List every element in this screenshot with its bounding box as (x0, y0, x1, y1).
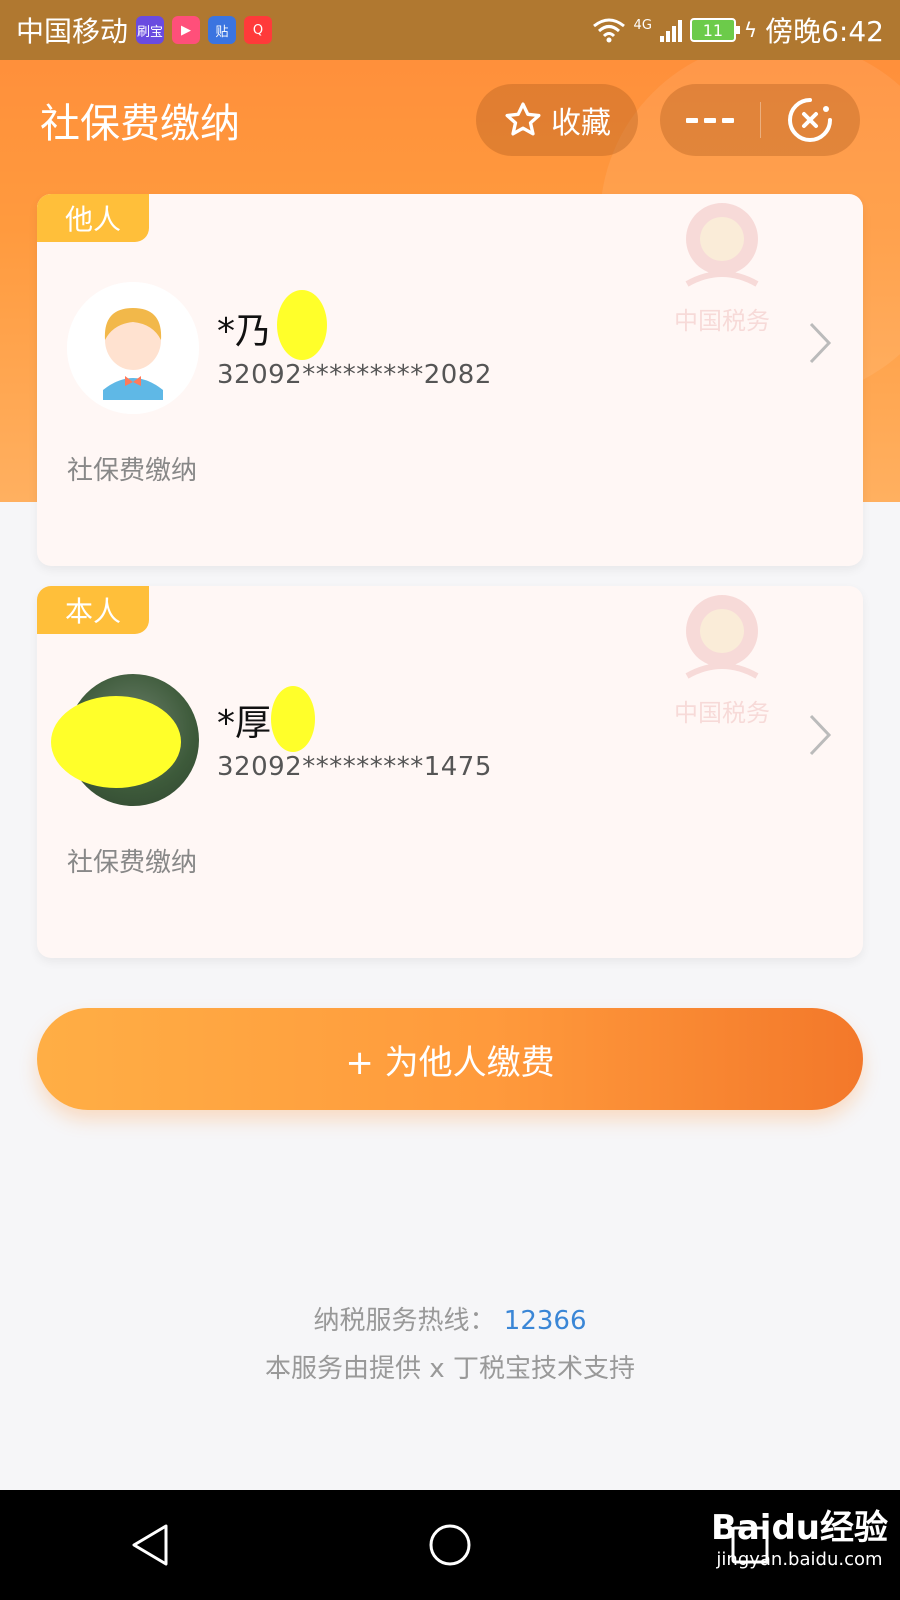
clock: 傍晚6:42 (765, 15, 884, 48)
favorite-label: 收藏 (551, 106, 611, 141)
card-service-label: 社保费缴纳 (67, 848, 198, 878)
privacy-mask (51, 696, 181, 788)
title-bar: 社保费缴纳 收藏 (0, 60, 900, 180)
chevron-right-icon (809, 714, 832, 756)
back-button[interactable] (120, 1515, 180, 1575)
hotline-label: 纳税服务热线： (313, 1306, 496, 1336)
favorite-button[interactable]: 收藏 (476, 84, 638, 156)
back-triangle-icon (132, 1524, 168, 1566)
star-icon (505, 102, 541, 136)
signal-icon (659, 18, 682, 42)
person-id: 32092*********1475 (217, 752, 492, 782)
person-id: 32092*********2082 (217, 360, 492, 390)
card-tag: 本人 (37, 586, 149, 634)
page-title: 社保费缴纳 (40, 101, 240, 147)
close-icon (788, 98, 833, 142)
app-badge-icon: 刷宝 (136, 16, 165, 44)
hotline-number-link[interactable]: 12366 (504, 1306, 587, 1336)
battery-icon: 11 (689, 18, 740, 42)
person-name: *乃 (217, 311, 272, 352)
hotline-line: 纳税服务热线： 12366 (0, 1300, 900, 1337)
status-bar: 中国移动 刷宝 ▶ 贴 Q 4G 11 ϟ 傍晚6:42 (0, 0, 900, 60)
charging-icon: ϟ (743, 18, 758, 42)
mini-program-capsule (660, 84, 860, 156)
watermark-brand: Baidu经验 (710, 1508, 888, 1548)
carrier-label: 中国移动 (16, 15, 129, 48)
cartoon-avatar (67, 282, 199, 414)
svg-text:中国税务: 中国税务 (674, 307, 770, 335)
privacy-mask (271, 686, 315, 752)
video-app-icon: ▶ (172, 16, 201, 44)
more-icon (685, 117, 734, 123)
baidu-watermark: Baidu经验 jingyan.baidu.com (711, 1500, 888, 1570)
tax-emblem-icon: 中国税务 (674, 203, 770, 335)
watermark-url: jingyan.baidu.com (716, 1549, 883, 1570)
network-label: 4G (633, 18, 652, 33)
svg-text:中国税务: 中国税务 (674, 699, 770, 727)
home-circle-icon (429, 1524, 471, 1566)
chevron-right-icon (809, 322, 832, 364)
payer-card-other[interactable]: 中国税务 他人 *乃 32092*********2082 社保费缴纳 (37, 194, 863, 566)
support-text: 本服务由提供 x 丁税宝技术支持 (265, 1354, 635, 1384)
card-tag: 他人 (37, 194, 149, 242)
tieba-app-icon: 贴 (208, 16, 237, 44)
pay-for-others-button[interactable]: + 为他人缴费 (37, 1008, 863, 1110)
card-service-label: 社保费缴纳 (67, 456, 198, 486)
avatar-icon (67, 282, 199, 414)
more-button[interactable] (660, 84, 760, 156)
tax-emblem-icon: 中国税务 (674, 595, 770, 727)
person-name: *厚 (217, 703, 272, 744)
wifi-icon (592, 18, 625, 43)
home-button[interactable] (420, 1515, 480, 1575)
q-app-icon: Q (244, 16, 273, 44)
payer-card-self[interactable]: 中国税务 本人 *厚 32092*********1475 社保费缴纳 (37, 586, 863, 958)
privacy-mask (277, 290, 327, 360)
close-button[interactable] (761, 84, 861, 156)
